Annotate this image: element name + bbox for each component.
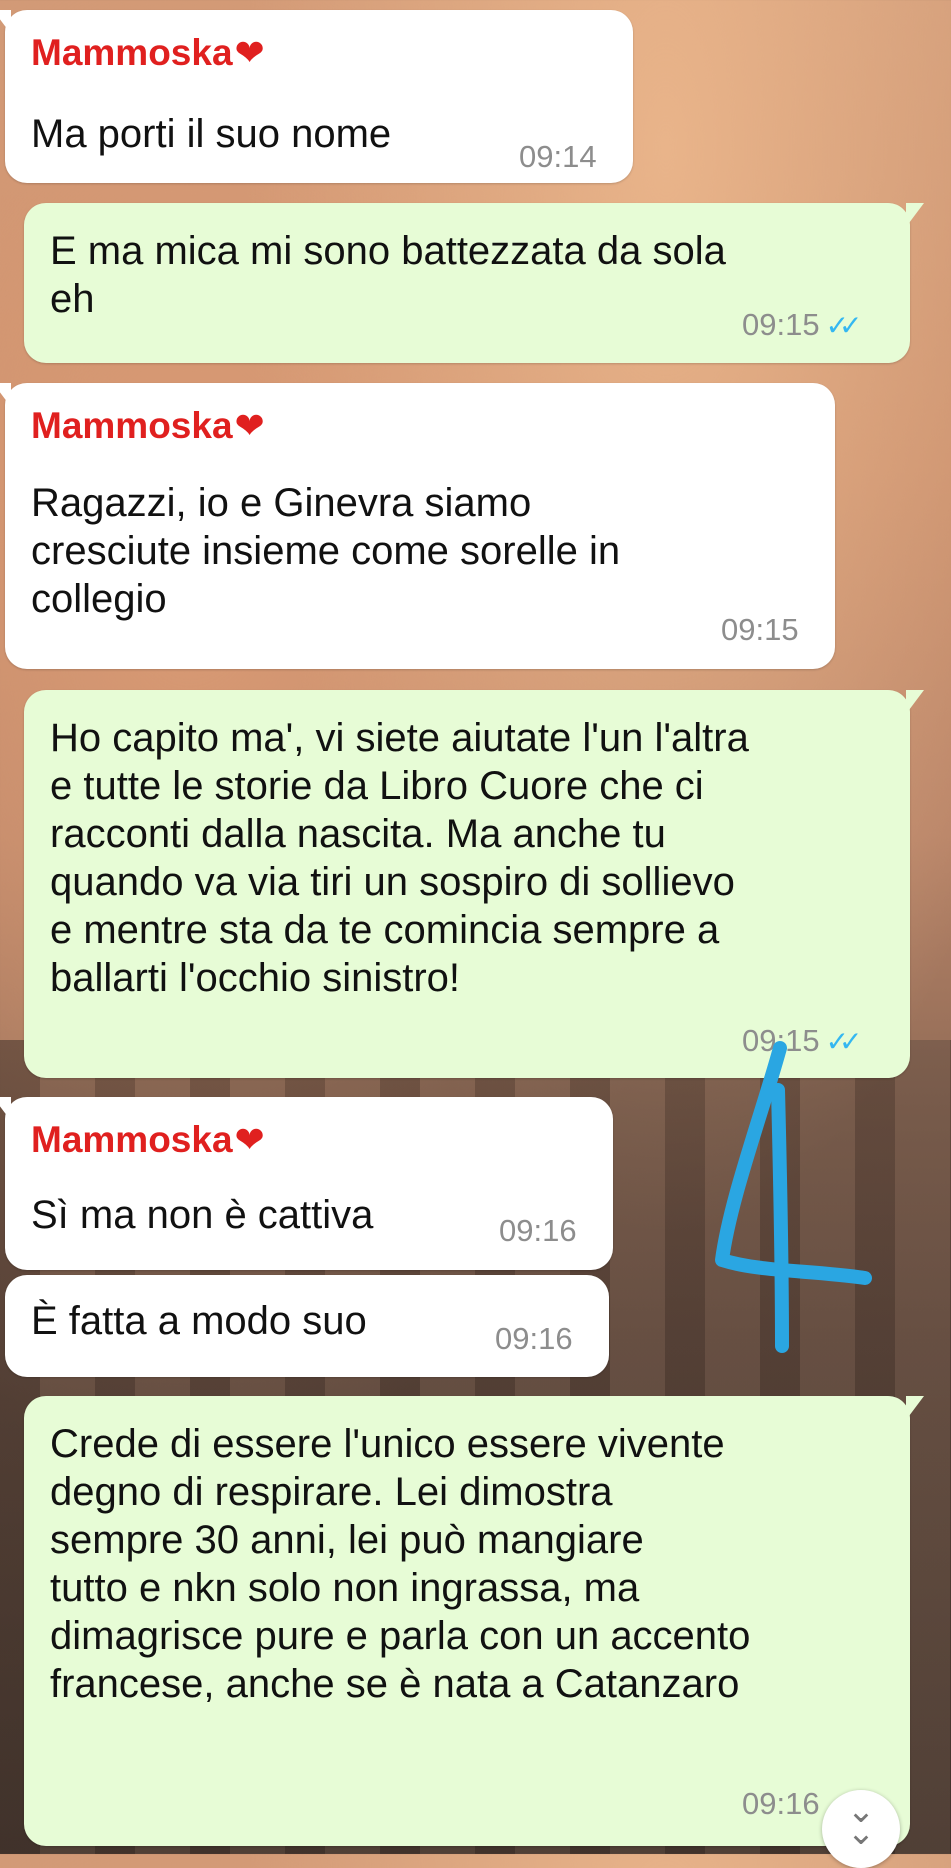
read-ticks-icon: ✓✓ [825, 310, 863, 341]
incoming-message[interactable]: È fatta a modo suo 09:16 [5, 1275, 609, 1377]
bubble-tail [906, 690, 924, 714]
handwritten-four-annotation [715, 1041, 872, 1353]
message-text: È fatta a modo suo [31, 1299, 367, 1343]
double-chevron-down-icon: ⌄ ⌄ [846, 1792, 876, 1852]
bubble-tail [906, 1396, 924, 1420]
message-text: E ma mica mi sono battezzata da sola eh [50, 229, 726, 321]
sender-name: Mammoska❤ [31, 32, 265, 73]
outgoing-message[interactable]: E ma mica mi sono battezzata da sola eh … [24, 203, 924, 363]
bubble-tail [0, 383, 11, 407]
message-text: Sì ma non è cattiva [31, 1193, 374, 1237]
heart-emoji: ❤ [234, 32, 265, 73]
message-time: 09:14 [519, 139, 597, 174]
message-text: Ma porti il suo nome [31, 112, 392, 156]
incoming-message[interactable]: Mammoska❤ Ragazzi, io e Ginevra siamo cr… [0, 383, 835, 669]
bubble-tail [906, 203, 924, 227]
message-text: Ho capito ma', vi siete aiutate l'un l'a… [50, 716, 749, 1000]
scroll-to-bottom-button[interactable]: ⌄ ⌄ [822, 1790, 900, 1868]
message-time: 09:16 [499, 1213, 577, 1248]
bubble-tail [0, 10, 11, 34]
message-text: Ragazzi, io e Ginevra siamo cresciute in… [31, 481, 621, 621]
sender-name: Mammoska❤ [31, 405, 265, 446]
outgoing-message[interactable]: Ho capito ma', vi siete aiutate l'un l'a… [24, 690, 924, 1078]
message-time: 09:16 [495, 1321, 573, 1356]
bubble-tail [0, 1097, 11, 1121]
sender-name: Mammoska❤ [31, 1119, 265, 1160]
message-text: Crede di essere l'unico essere vivente d… [50, 1422, 751, 1706]
incoming-message[interactable]: Mammoska❤ Ma porti il suo nome 09:14 [0, 10, 633, 183]
heart-emoji: ❤ [234, 405, 265, 446]
outgoing-message[interactable]: Crede di essere l'unico essere vivente d… [24, 1396, 924, 1846]
message-time: 09:15 ✓✓ [742, 307, 863, 342]
incoming-message[interactable]: Mammoska❤ Sì ma non è cattiva 09:16 [0, 1097, 613, 1270]
heart-emoji: ❤ [234, 1119, 265, 1160]
message-time: 09:15 [721, 612, 799, 647]
